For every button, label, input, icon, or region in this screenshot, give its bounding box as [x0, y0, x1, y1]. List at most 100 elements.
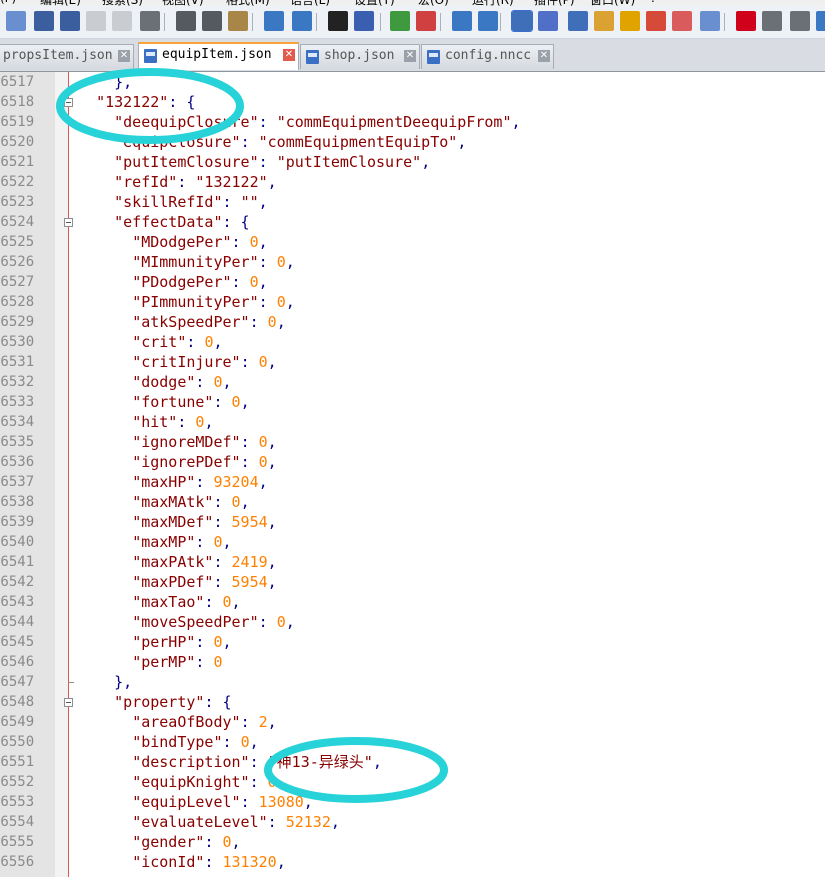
code-line[interactable]: "critInjure": 0,: [78, 352, 277, 372]
code-line[interactable]: "maxMDef": 5954,: [78, 512, 277, 532]
string-token: "deequipClosure": [114, 113, 259, 131]
document-map-icon[interactable]: [620, 11, 640, 31]
punctuation-token: ,: [421, 153, 431, 171]
replace-icon[interactable]: [354, 11, 374, 31]
undo-icon[interactable]: [264, 11, 284, 31]
close-tab-icon[interactable]: ✕: [538, 50, 550, 62]
menu-item[interactable]: ?: [650, 0, 656, 5]
code-line[interactable]: "equipClosure": "commEquipmentEquipTo",: [78, 132, 466, 152]
code-line[interactable]: "132122": {: [78, 92, 195, 112]
line-number: 36543: [0, 594, 35, 610]
code-line[interactable]: "ignoreMDef": 0,: [78, 432, 277, 452]
punctuation-token: :: [195, 633, 214, 651]
line-number: 36537: [0, 474, 35, 490]
copy-icon[interactable]: [202, 11, 222, 31]
code-line[interactable]: "deequipClosure": "commEquipmentDeequipF…: [78, 112, 520, 132]
code-line[interactable]: "maxHP": 93204,: [78, 472, 267, 492]
code-line[interactable]: "perMP": 0: [78, 652, 222, 672]
code-line[interactable]: "maxPAtk": 2419,: [78, 552, 277, 572]
folder-as-workspace-icon[interactable]: [594, 11, 614, 31]
string-token: "areaOfBody": [132, 713, 241, 731]
close-icon[interactable]: [86, 11, 106, 31]
close-all-icon[interactable]: [112, 11, 132, 31]
folder-icon[interactable]: [672, 11, 692, 31]
print-icon[interactable]: [140, 11, 160, 31]
close-tab-icon[interactable]: ✕: [283, 49, 295, 61]
code-line[interactable]: "property": {: [78, 692, 231, 712]
code-line[interactable]: "effectData": {: [78, 212, 250, 232]
punctuation-token: : {: [222, 213, 250, 231]
punctuation-token: :: [186, 333, 205, 351]
new-file-icon[interactable]: [6, 11, 26, 31]
find-icon[interactable]: [328, 11, 348, 31]
code-line[interactable]: "maxPDef": 5954,: [78, 572, 277, 592]
record-macro-icon[interactable]: [736, 11, 756, 31]
code-line[interactable]: "PDodgePer": 0,: [78, 272, 267, 292]
code-line[interactable]: "moveSpeedPer": 0,: [78, 612, 295, 632]
code-line[interactable]: "MImmunityPer": 0,: [78, 252, 295, 272]
code-line[interactable]: },: [78, 672, 132, 692]
tab-propsItem-json[interactable]: propsItem.json ✕: [0, 44, 134, 69]
code-line[interactable]: "atkSpeedPer": 0,: [78, 312, 286, 332]
code-line[interactable]: "dodge": 0,: [78, 372, 231, 392]
word-wrap-icon[interactable]: [511, 10, 533, 32]
save-all-icon[interactable]: [60, 11, 80, 31]
fold-margin[interactable]: [55, 72, 69, 877]
indent-guide-icon[interactable]: [568, 11, 588, 31]
sync-horizontal-icon[interactable]: [478, 11, 498, 31]
tab-config-nncc[interactable]: config.nncc ✕: [421, 44, 554, 69]
zoom-out-icon[interactable]: [416, 11, 436, 31]
code-line[interactable]: "bindType": 0,: [78, 732, 258, 752]
tab-shop-json[interactable]: shop.json ✕: [300, 44, 420, 69]
code-line[interactable]: },: [78, 72, 132, 92]
code-line[interactable]: "gender": 0,: [78, 832, 240, 852]
function-list-icon[interactable]: [646, 11, 666, 31]
sync-vertical-icon[interactable]: [452, 11, 472, 31]
code-line[interactable]: "fortune": 0,: [78, 392, 249, 412]
code-line[interactable]: "hit": 0,: [78, 412, 213, 432]
paste-icon[interactable]: [228, 11, 248, 31]
string-token: "PImmunityPer": [132, 293, 259, 311]
punctuation-token: ,: [267, 713, 277, 731]
code-line[interactable]: "ignorePDef": 0,: [78, 452, 277, 472]
redo-icon[interactable]: [292, 11, 312, 31]
save-icon[interactable]: [34, 11, 54, 31]
code-line[interactable]: "maxMP": 0,: [78, 532, 231, 552]
punctuation-token: :: [177, 413, 196, 431]
code-line[interactable]: "iconId": 131320,: [78, 852, 286, 872]
code-line[interactable]: "evaluateLevel": 52132,: [78, 812, 340, 832]
zoom-in-icon[interactable]: [390, 11, 410, 31]
code-line[interactable]: "equipKnight": 0,: [78, 772, 286, 792]
close-tab-icon[interactable]: ✕: [118, 50, 130, 62]
code-line[interactable]: "perHP": 0,: [78, 632, 231, 652]
code-line[interactable]: "description": "神13-异绿头",: [78, 752, 382, 772]
code-line[interactable]: "skillRefId": "",: [78, 192, 268, 212]
code-line[interactable]: "putItemClosure": "putItemClosure",: [78, 152, 430, 172]
code-editor[interactable]: 36517 36518 36519 36520 36521 36522 36523 36524…: [0, 71, 825, 877]
show-all-characters-icon[interactable]: [538, 11, 558, 31]
cut-icon[interactable]: [176, 11, 196, 31]
code-line[interactable]: "maxMAtk": 0,: [78, 492, 249, 512]
fold-toggle-icon[interactable]: [64, 698, 73, 707]
close-tab-icon[interactable]: ✕: [404, 50, 416, 62]
number-token: 0: [231, 493, 241, 511]
menu-item[interactable]: (F): [0, 0, 16, 5]
code-line[interactable]: "crit": 0,: [78, 332, 222, 352]
code-line[interactable]: "PImmunityPer": 0,: [78, 292, 295, 312]
run-macro-icon[interactable]: [816, 11, 825, 31]
fold-toggle-icon[interactable]: [64, 98, 73, 107]
code-line[interactable]: "areaOfBody": 2,: [78, 712, 277, 732]
line-number: 36525: [0, 234, 35, 250]
stop-recording-icon[interactable]: [762, 11, 782, 31]
code-line[interactable]: "refId": "132122",: [78, 172, 277, 192]
toolbar-separator: [724, 13, 725, 31]
playback-icon[interactable]: [790, 11, 810, 31]
code-line[interactable]: "maxTao": 0,: [78, 592, 240, 612]
code-line[interactable]: "equipLevel": 13080,: [78, 792, 313, 812]
fold-toggle-icon[interactable]: [64, 218, 73, 227]
tab-equipItem-json[interactable]: equipItem.json ✕: [138, 42, 299, 70]
code-line[interactable]: "MDodgePer": 0,: [78, 232, 267, 252]
monitoring-icon[interactable]: [700, 11, 720, 31]
